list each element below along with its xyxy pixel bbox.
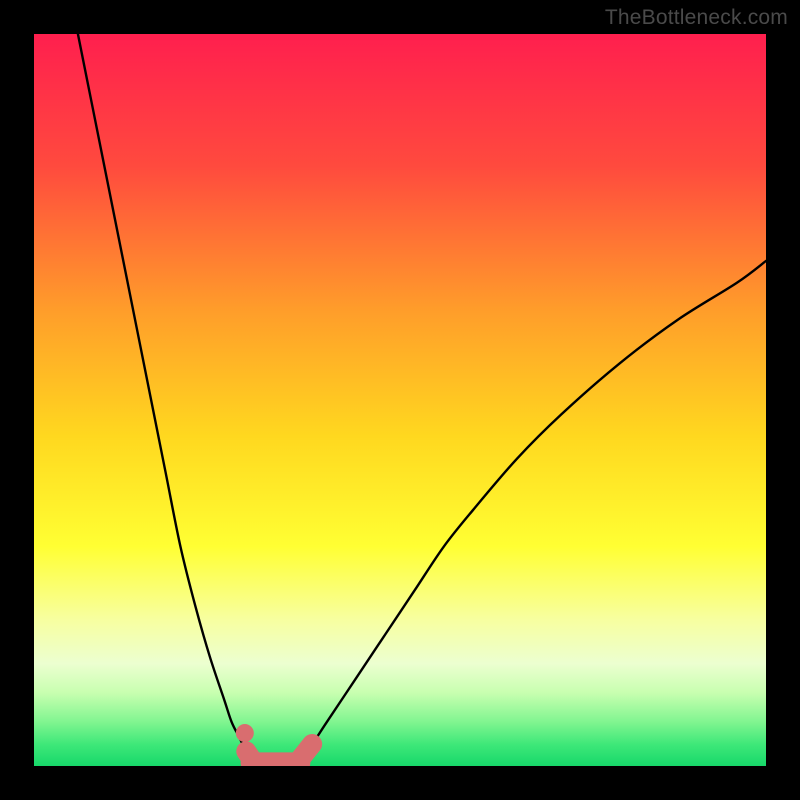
watermark-text: TheBottleneck.com [605, 6, 788, 30]
bottleneck-chart [0, 0, 800, 800]
left-bottom-dot [236, 724, 254, 742]
gradient-background [34, 34, 766, 766]
chart-frame: TheBottleneck.com [0, 0, 800, 800]
